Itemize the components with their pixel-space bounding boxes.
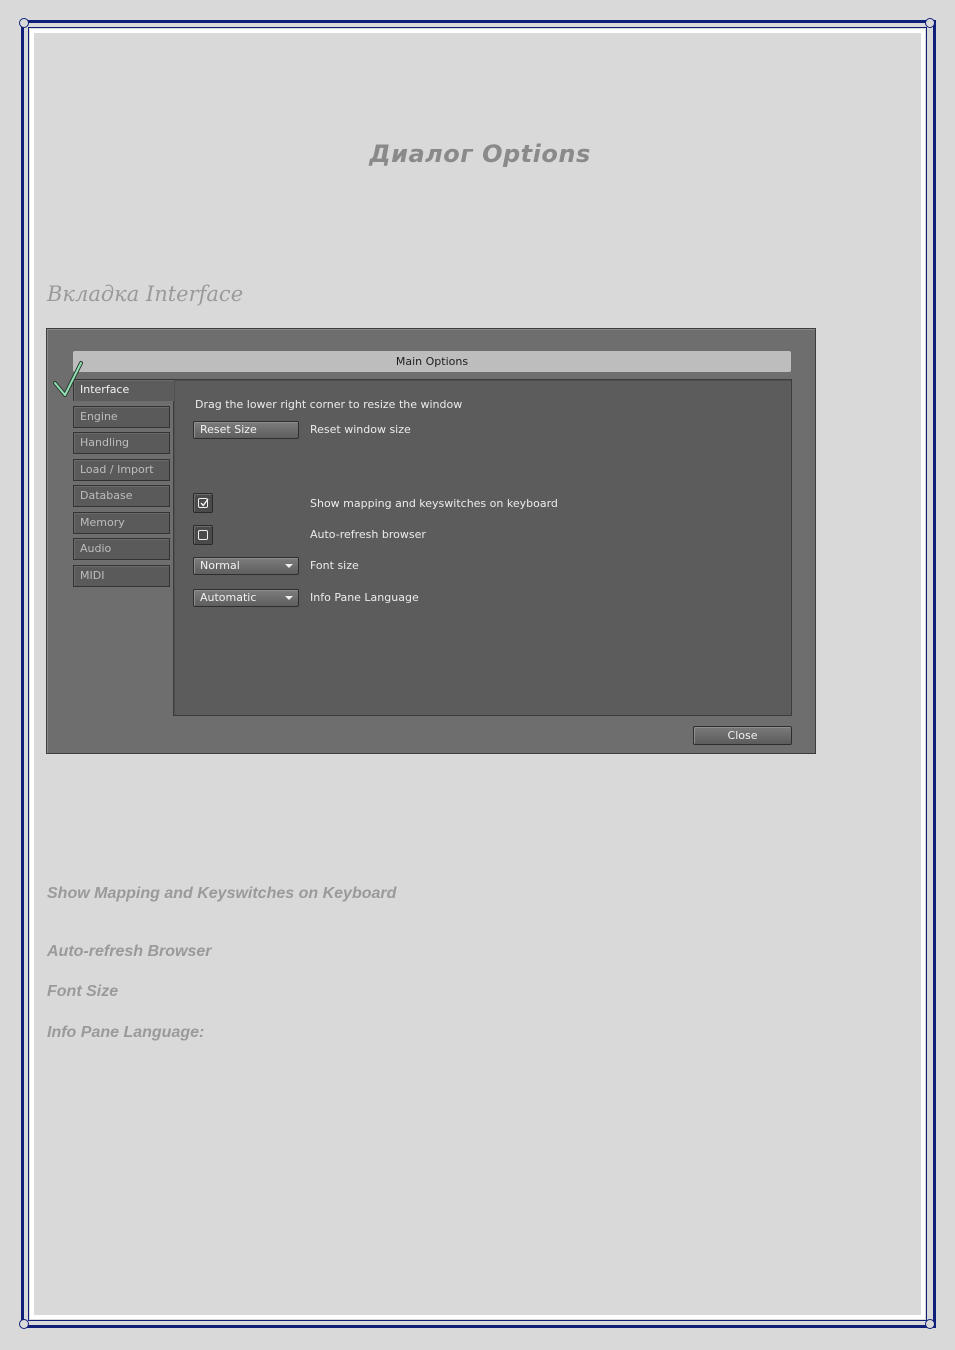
check-mark-icon: [53, 361, 83, 397]
frame-corner-ornament: [19, 18, 29, 28]
checkbox-checked-icon: [198, 498, 209, 508]
tab-memory[interactable]: Memory: [73, 512, 170, 534]
heading-info-pane-language: Info Pane Language:: [47, 1024, 205, 1041]
chevron-down-icon: [285, 564, 293, 568]
font-size-label: Font size: [310, 559, 359, 572]
reset-size-button[interactable]: Reset Size: [193, 421, 299, 439]
show-mapping-label: Show mapping and keyswitches on keyboard: [310, 497, 558, 510]
reset-size-description: Reset window size: [310, 423, 411, 436]
tab-interface[interactable]: Interface: [73, 379, 174, 401]
tab-handling[interactable]: Handling: [73, 432, 170, 454]
options-dialog: Main Options Interface Engine Handling L…: [46, 328, 816, 754]
info-pane-language-value: Automatic: [200, 591, 257, 604]
checkbox-unchecked-icon: [198, 530, 208, 540]
heading-auto-refresh: Auto-refresh Browser: [47, 943, 212, 960]
frame-corner-ornament: [925, 18, 935, 28]
tab-engine[interactable]: Engine: [73, 406, 170, 428]
close-button[interactable]: Close: [693, 726, 792, 745]
document-title: Диалог Options: [369, 140, 591, 168]
dialog-title-bar: Main Options: [73, 351, 791, 372]
frame-corner-ornament: [19, 1319, 29, 1329]
tab-database[interactable]: Database: [73, 485, 170, 507]
font-size-dropdown[interactable]: Normal: [193, 557, 299, 575]
tab-load-import[interactable]: Load / Import: [73, 459, 170, 481]
show-mapping-checkbox[interactable]: [193, 493, 213, 513]
frame-corner-ornament: [925, 1319, 935, 1329]
section-heading: Вкладка Interface: [47, 282, 244, 306]
auto-refresh-label: Auto-refresh browser: [310, 528, 426, 541]
chevron-down-icon: [285, 596, 293, 600]
resize-hint: Drag the lower right corner to resize th…: [195, 398, 463, 411]
tab-audio[interactable]: Audio: [73, 538, 170, 560]
auto-refresh-checkbox[interactable]: [193, 525, 213, 545]
tab-midi[interactable]: MIDI: [73, 565, 170, 587]
info-pane-language-dropdown[interactable]: Automatic: [193, 589, 299, 607]
info-pane-language-label: Info Pane Language: [310, 591, 419, 604]
heading-show-mapping: Show Mapping and Keyswitches on Keyboard: [47, 885, 397, 902]
heading-font-size: Font Size: [47, 983, 119, 1000]
font-size-value: Normal: [200, 559, 240, 572]
